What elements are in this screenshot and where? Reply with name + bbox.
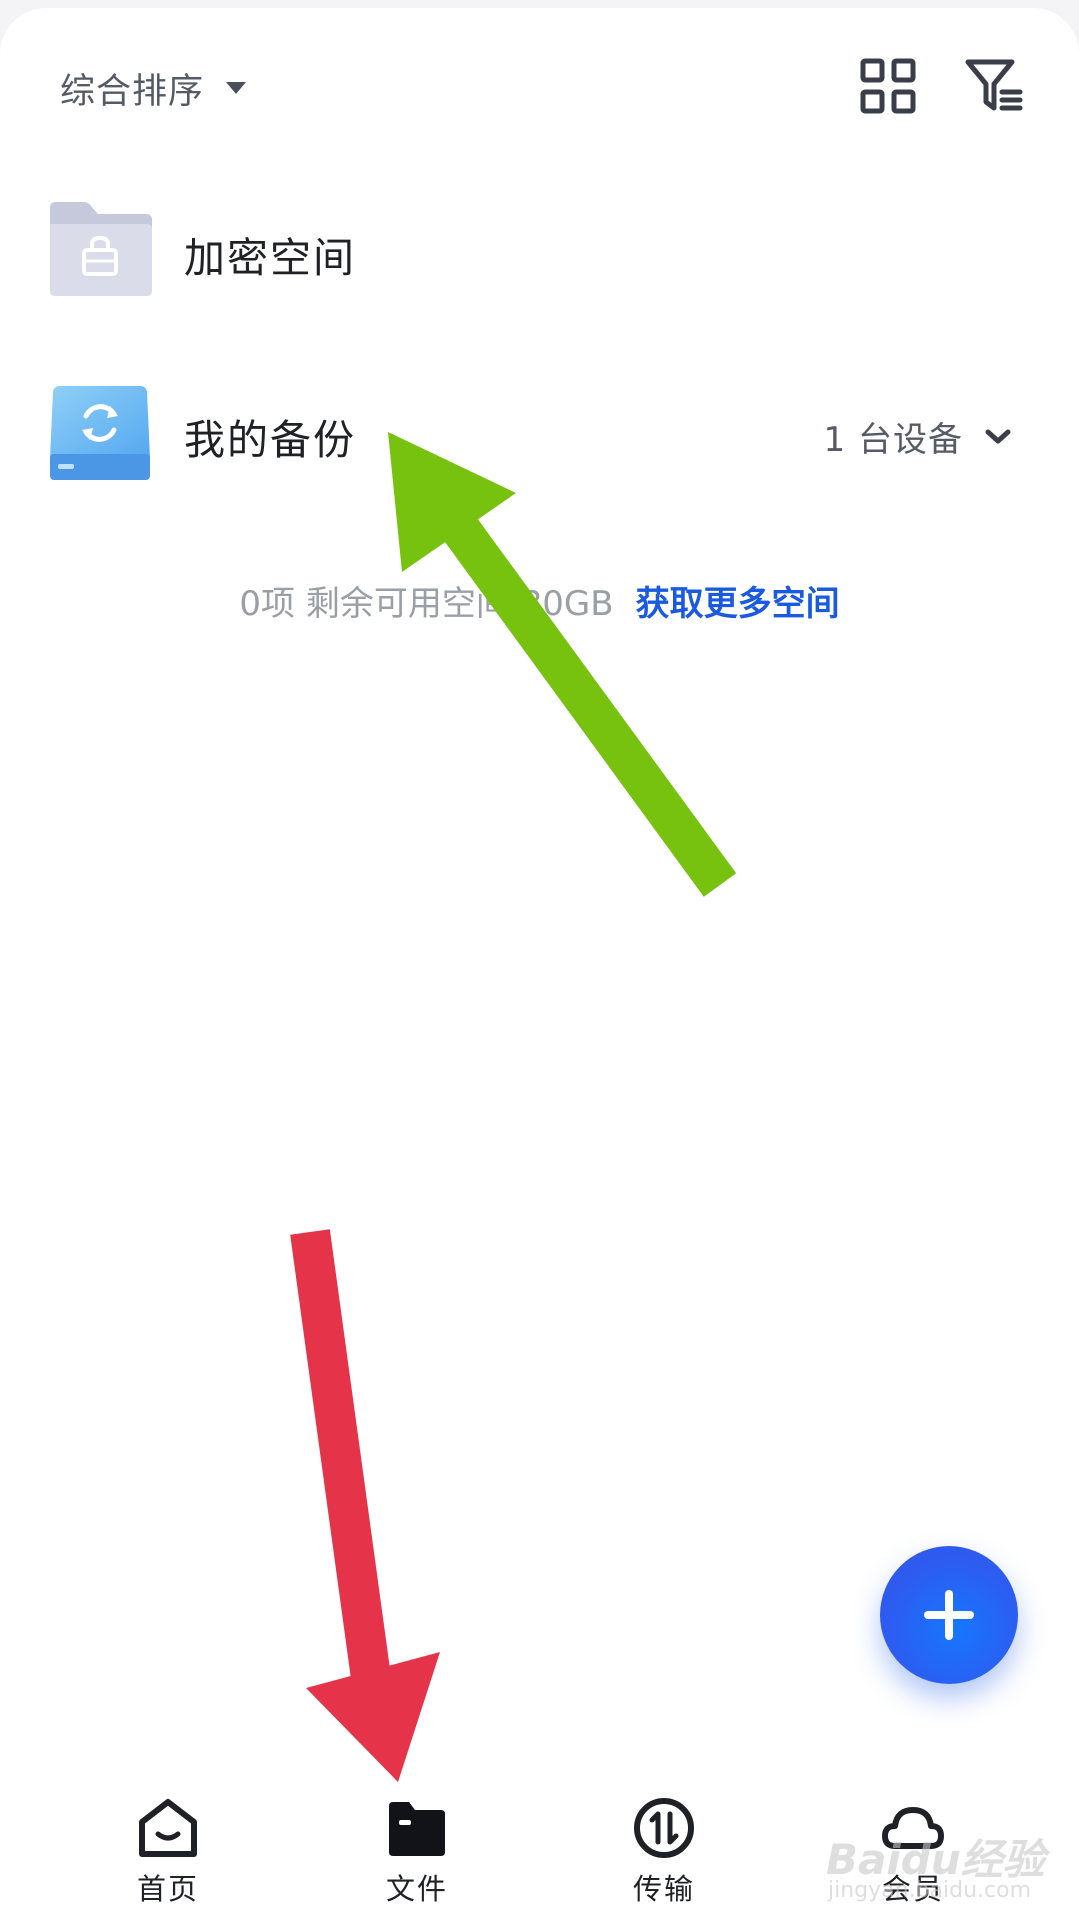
home-icon: [139, 1799, 197, 1857]
chevron-down-icon: [985, 429, 1011, 443]
add-fab-button[interactable]: [880, 1546, 1018, 1684]
device-count-label: 1 台设备: [823, 420, 963, 460]
folder-icon: [389, 1802, 445, 1856]
filter-icon[interactable]: [962, 54, 1026, 118]
files-screen: 综合排序 加密空间 我的备份 1 台设备 0项 剩余可用空间 80GB 获取更多…: [0, 8, 1079, 1919]
nav-item-files[interactable]: 文件: [342, 1778, 492, 1918]
nav-label-transfer: 传输: [632, 1872, 695, 1906]
nav-item-transfer[interactable]: 传输: [589, 1778, 739, 1918]
encrypted-space-row[interactable]: 加密空间: [0, 188, 1079, 318]
sort-label: 综合排序: [60, 71, 205, 112]
encrypted-space-title: 加密空间: [184, 234, 356, 282]
get-more-space-link[interactable]: 获取更多空间: [636, 584, 840, 624]
lock-folder-icon: [50, 202, 152, 296]
device-count-dropdown[interactable]: 1 台设备: [824, 412, 1011, 461]
transfer-icon: [634, 1798, 694, 1858]
my-backup-title: 我的备份: [184, 416, 356, 464]
sort-dropdown[interactable]: 综合排序: [60, 60, 247, 116]
nav-item-home[interactable]: 首页: [93, 1778, 243, 1918]
nav-label-files: 文件: [385, 1872, 448, 1906]
watermark-url: jingyan.baidu.com: [828, 1878, 1032, 1903]
caret-down-icon: [226, 82, 247, 94]
nav-label-home: 首页: [136, 1872, 199, 1906]
my-backup-row[interactable]: 我的备份 1 台设备: [0, 370, 1079, 500]
grid-view-icon[interactable]: [856, 54, 920, 118]
backup-drive-icon: [50, 386, 150, 480]
storage-remaining-text: 0项 剩余可用空间 80GB: [239, 584, 614, 624]
storage-info: 0项 剩余可用空间 80GB 获取更多空间: [0, 576, 1079, 625]
